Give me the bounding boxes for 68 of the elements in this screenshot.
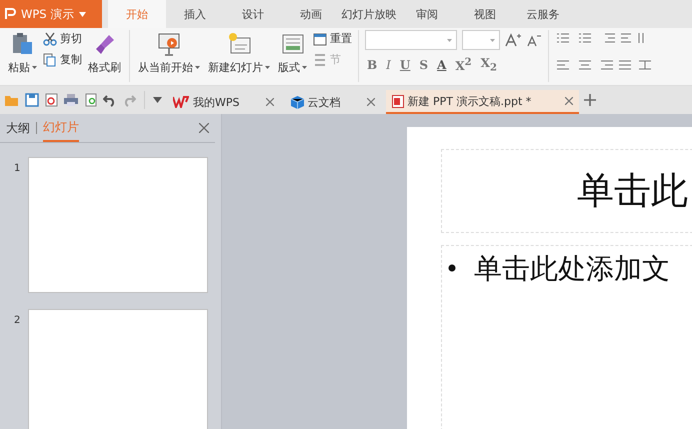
- w-logo-icon: [173, 96, 189, 108]
- menu-tab[interactable]: 插入: [166, 0, 224, 28]
- slide-thumbnail[interactable]: [28, 309, 208, 429]
- print-icon[interactable]: [63, 93, 79, 107]
- undo-icon[interactable]: [103, 93, 117, 107]
- document-tab[interactable]: 云文档: [284, 90, 380, 114]
- presentation-file-icon: [392, 94, 404, 108]
- cube-icon: [290, 96, 304, 108]
- menu-tab[interactable]: 审阅: [398, 0, 456, 28]
- logo-icon: [4, 8, 16, 20]
- export-pdf-icon[interactable]: [44, 93, 58, 107]
- font-size-field[interactable]: [462, 30, 500, 50]
- menu-tab[interactable]: 云服务: [514, 0, 572, 28]
- caret-icon[interactable]: [153, 97, 162, 103]
- title-text: 单击此: [577, 168, 688, 214]
- close-icon[interactable]: [366, 98, 374, 106]
- save-icon[interactable]: [25, 93, 39, 107]
- redo-icon[interactable]: [122, 93, 136, 107]
- document-tab[interactable]: 我的WPS: [167, 90, 280, 114]
- scissors-icon: [43, 32, 57, 46]
- copy-button[interactable]: 复制: [43, 52, 82, 67]
- document-tab[interactable]: 新建 PPT 演示文稿.ppt *: [386, 90, 580, 114]
- shrink-font-icon[interactable]: [526, 33, 542, 47]
- grow-font-icon[interactable]: [505, 33, 521, 47]
- caret-icon: [302, 66, 307, 69]
- close-icon[interactable]: [565, 97, 574, 105]
- paste-button[interactable]: 粘贴: [6, 30, 39, 76]
- reset-icon: [313, 32, 327, 46]
- bullet-icon: [448, 264, 456, 272]
- body-placeholder[interactable]: 单击此处添加文: [441, 245, 692, 429]
- close-icon[interactable]: [199, 123, 209, 133]
- new-tab-icon[interactable]: [584, 94, 596, 106]
- print-preview-icon[interactable]: [84, 93, 98, 107]
- menu-tab[interactable]: 幻灯片放映: [340, 0, 398, 28]
- font-name-field[interactable]: [365, 30, 457, 50]
- app-name: WPS 演示: [21, 6, 74, 22]
- slide-thumbnail[interactable]: [28, 157, 208, 293]
- subscript-button[interactable]: X$_{2}$: [478, 56, 499, 74]
- close-icon[interactable]: [266, 98, 274, 106]
- caret-icon: [79, 12, 86, 16]
- caret-icon: [195, 66, 200, 69]
- new-slide-button[interactable]: 新建幻灯片: [206, 30, 272, 76]
- cut-button[interactable]: 剪切: [43, 31, 82, 46]
- section-icon: [313, 52, 327, 66]
- font-style-button[interactable]: S: [417, 58, 430, 72]
- caret-icon: [490, 38, 495, 42]
- projector-screen-icon: [156, 31, 182, 57]
- body-text: 单击此处添加文: [474, 251, 670, 287]
- slide-number: 1: [14, 163, 20, 174]
- font-style-button[interactable]: A: [435, 58, 448, 72]
- menu-tab[interactable]: 视图: [456, 0, 514, 28]
- caret-icon: [32, 66, 37, 69]
- play-from-current-button[interactable]: 从当前开始: [136, 30, 202, 76]
- copy-icon: [43, 52, 57, 66]
- panel-tab[interactable]: 大纲: [6, 114, 30, 142]
- caret-icon: [265, 66, 270, 69]
- format-painter-button[interactable]: 格式刷: [86, 30, 123, 76]
- menu-tab[interactable]: 设计: [224, 0, 282, 28]
- title-placeholder[interactable]: 单击此: [441, 149, 692, 233]
- menu-tab[interactable]: 动画: [282, 0, 340, 28]
- slide-number: 2: [14, 315, 20, 326]
- layout-button[interactable]: 版式: [276, 30, 309, 76]
- font-style-button[interactable]: U: [398, 58, 412, 72]
- caret-icon: [447, 38, 452, 42]
- font-style-button[interactable]: B: [365, 58, 380, 72]
- superscript-button[interactable]: X$^{2}$: [453, 56, 474, 73]
- reset-button[interactable]: 重置: [313, 31, 352, 46]
- font-style-button[interactable]: I: [384, 58, 393, 72]
